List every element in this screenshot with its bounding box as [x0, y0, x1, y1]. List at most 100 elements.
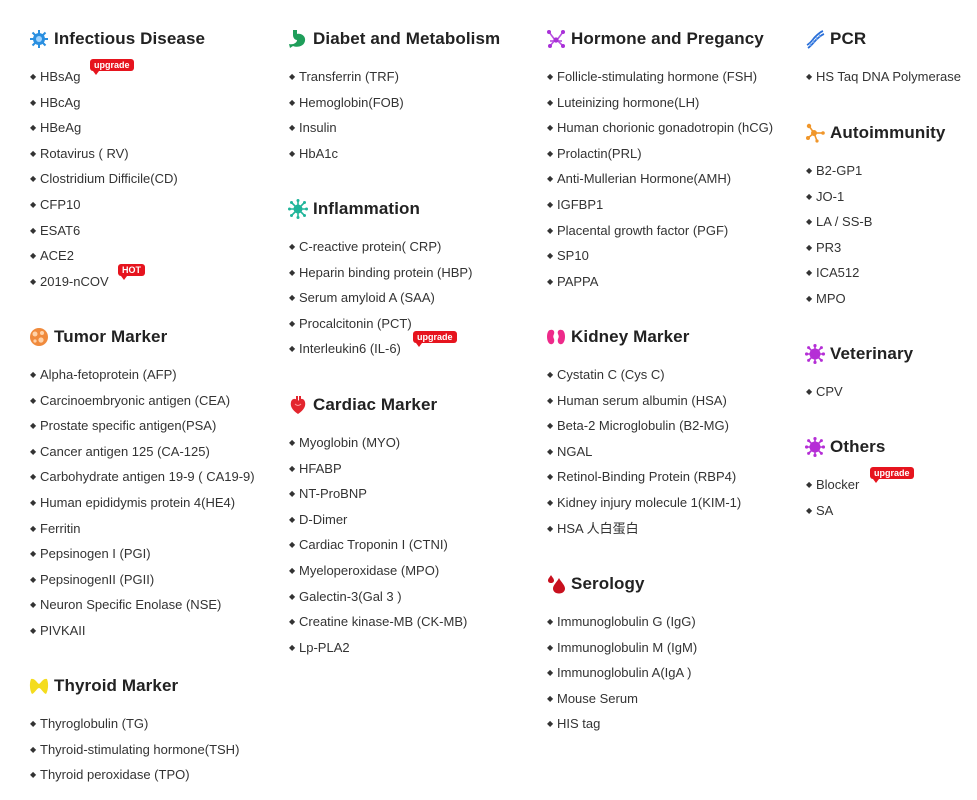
product-list-item[interactable]: ◆ Immunoglobulin A(IgA )	[546, 660, 806, 686]
product-link[interactable]: Blocker	[816, 477, 859, 492]
product-list-item[interactable]: ◆ D-Dimer	[288, 507, 548, 533]
product-list-item[interactable]: ◆ Human epididymis protein 4(HE4)	[29, 490, 289, 516]
product-link[interactable]: HbA1c	[299, 146, 338, 161]
product-list-item[interactable]: ◆ B2-GP1	[805, 158, 977, 184]
product-link[interactable]: Rotavirus ( RV)	[40, 146, 129, 161]
product-link[interactable]: Mouse Serum	[557, 691, 638, 706]
product-link[interactable]: PepsinogenII (PGII)	[40, 572, 154, 587]
section-title[interactable]: Inflammation	[313, 199, 420, 219]
product-link[interactable]: HFABP	[299, 461, 342, 476]
product-list-item[interactable]: ◆ Lp-PLA2	[288, 635, 548, 661]
product-link[interactable]: Transferrin (TRF)	[299, 69, 399, 84]
section-header[interactable]: Thyroid Marker	[29, 674, 289, 698]
section-title[interactable]: Others	[830, 437, 885, 457]
product-link[interactable]: HBcAg	[40, 95, 80, 110]
product-list-item[interactable]: ◆ HS Taq DNA Polymerase	[805, 64, 977, 90]
product-link[interactable]: C-reactive protein( CRP)	[299, 239, 441, 254]
product-list-item[interactable]: ◆ Rotavirus ( RV)	[29, 141, 289, 167]
product-list-item[interactable]: ◆ SA	[805, 498, 977, 524]
product-link[interactable]: Myoglobin (MYO)	[299, 435, 400, 450]
product-list-item[interactable]: ◆ Luteinizing hormone(LH)	[546, 90, 806, 116]
product-list-item[interactable]: ◆ Creatine kinase-MB (CK-MB)	[288, 609, 548, 635]
product-list-item[interactable]: ◆ Placental growth factor (PGF)	[546, 218, 806, 244]
product-link[interactable]: PIVKAII	[40, 623, 86, 638]
product-list-item[interactable]: ◆ ESAT6	[29, 218, 289, 244]
product-link[interactable]: Thyroglobulin (TG)	[40, 716, 148, 731]
section-header[interactable]: Autoimmunity	[805, 121, 977, 145]
product-link[interactable]: Prostate specific antigen(PSA)	[40, 418, 216, 433]
product-link[interactable]: Immunoglobulin G (IgG)	[557, 614, 696, 629]
product-link[interactable]: Human epididymis protein 4(HE4)	[40, 495, 235, 510]
product-list-item[interactable]: ◆ Beta-2 Microglobulin (B2-MG)	[546, 413, 806, 439]
section-title[interactable]: Kidney Marker	[571, 327, 689, 347]
product-list-item[interactable]: ◆ HIS tag	[546, 711, 806, 737]
product-link[interactable]: Prolactin(PRL)	[557, 146, 642, 161]
product-link[interactable]: Hemoglobin(FOB)	[299, 95, 404, 110]
product-list-item[interactable]: ◆ Immunoglobulin M (IgM)	[546, 635, 806, 661]
product-link[interactable]: SP10	[557, 248, 589, 263]
product-list-item[interactable]: ◆ Human serum albumin (HSA)	[546, 388, 806, 414]
product-list-item[interactable]: ◆ Human chorionic gonadotropin (hCG)	[546, 115, 806, 141]
section-header[interactable]: PCR	[805, 27, 977, 51]
section-header[interactable]: Veterinary	[805, 342, 977, 366]
product-list-item[interactable]: ◆ Thyroid peroxidase (TPO)	[29, 762, 289, 788]
product-list-item[interactable]: ◆ CPV	[805, 379, 977, 405]
section-title[interactable]: Veterinary	[830, 344, 913, 364]
product-link[interactable]: PR3	[816, 240, 841, 255]
product-list-item[interactable]: ◆ HSA 人白蛋白	[546, 516, 806, 542]
section-title[interactable]: Serology	[571, 574, 645, 594]
product-link[interactable]: HS Taq DNA Polymerase	[816, 69, 961, 84]
product-link[interactable]: CFP10	[40, 197, 80, 212]
product-list-item[interactable]: ◆ Carbohydrate antigen 19-9 ( CA19-9)	[29, 464, 289, 490]
product-link[interactable]: Galectin-3(Gal 3 )	[299, 589, 402, 604]
product-list-item[interactable]: ◆ C-reactive protein( CRP)	[288, 234, 548, 260]
product-link[interactable]: Creatine kinase-MB (CK-MB)	[299, 614, 467, 629]
product-link[interactable]: Luteinizing hormone(LH)	[557, 95, 699, 110]
product-link[interactable]: Cystatin C (Cys C)	[557, 367, 665, 382]
product-list-item[interactable]: ◆ HBsAg upgrade	[29, 59, 289, 90]
product-link[interactable]: Human serum albumin (HSA)	[557, 393, 727, 408]
product-list-item[interactable]: ◆ HbA1c	[288, 141, 548, 167]
product-link[interactable]: SA	[816, 503, 833, 518]
product-list-item[interactable]: ◆ Myeloperoxidase (MPO)	[288, 558, 548, 584]
product-list-item[interactable]: ◆ JO-1	[805, 184, 977, 210]
product-link[interactable]: Clostridium Difficile(CD)	[40, 171, 178, 186]
product-link[interactable]: ESAT6	[40, 223, 80, 238]
product-list-item[interactable]: ◆ SP10	[546, 243, 806, 269]
product-list-item[interactable]: ◆ Transferrin (TRF)	[288, 64, 548, 90]
product-list-item[interactable]: ◆ Blocker upgrade	[805, 467, 977, 498]
product-list-item[interactable]: ◆ Retinol-Binding Protein (RBP4)	[546, 464, 806, 490]
product-list-item[interactable]: ◆ PAPPA	[546, 269, 806, 295]
product-link[interactable]: Beta-2 Microglobulin (B2-MG)	[557, 418, 729, 433]
section-header[interactable]: Kidney Marker	[546, 325, 806, 349]
product-link[interactable]: Carbohydrate antigen 19-9 ( CA19-9)	[40, 469, 255, 484]
product-link[interactable]: Kidney injury molecule 1(KIM-1)	[557, 495, 741, 510]
section-title[interactable]: Autoimmunity	[830, 123, 945, 143]
product-link[interactable]: Myeloperoxidase (MPO)	[299, 563, 439, 578]
product-link[interactable]: Human chorionic gonadotropin (hCG)	[557, 120, 773, 135]
product-list-item[interactable]: ◆ IGFBP1	[546, 192, 806, 218]
product-link[interactable]: Ferritin	[40, 521, 80, 536]
product-link[interactable]: NGAL	[557, 444, 592, 459]
product-list-item[interactable]: ◆ Clostridium Difficile(CD)	[29, 166, 289, 192]
product-list-item[interactable]: ◆ CFP10	[29, 192, 289, 218]
product-list-item[interactable]: ◆ Cystatin C (Cys C)	[546, 362, 806, 388]
product-link[interactable]: Interleukin6 (IL-6)	[299, 341, 401, 356]
product-list-item[interactable]: ◆ HBeAg	[29, 115, 289, 141]
product-list-item[interactable]: ◆ Galectin-3(Gal 3 )	[288, 584, 548, 610]
product-list-item[interactable]: ◆ Carcinoembryonic antigen (CEA)	[29, 388, 289, 414]
section-title[interactable]: Cardiac Marker	[313, 395, 437, 415]
product-link[interactable]: Pepsinogen I (PGI)	[40, 546, 151, 561]
section-header[interactable]: Tumor Marker	[29, 325, 289, 349]
product-list-item[interactable]: ◆ ACE2	[29, 243, 289, 269]
product-list-item[interactable]: ◆ Cancer antigen 125 (CA-125)	[29, 439, 289, 465]
product-link[interactable]: 2019-nCOV	[40, 274, 109, 289]
product-list-item[interactable]: ◆ Immunoglobulin G (IgG)	[546, 609, 806, 635]
section-header[interactable]: Inflammation	[288, 197, 548, 221]
product-link[interactable]: Anti-Mullerian Hormone(AMH)	[557, 171, 731, 186]
product-link[interactable]: ICA512	[816, 265, 859, 280]
product-list-item[interactable]: ◆ Heparin binding protein (HBP)	[288, 260, 548, 286]
product-link[interactable]: D-Dimer	[299, 512, 347, 527]
product-link[interactable]: Insulin	[299, 120, 337, 135]
product-list-item[interactable]: ◆ Insulin	[288, 115, 548, 141]
